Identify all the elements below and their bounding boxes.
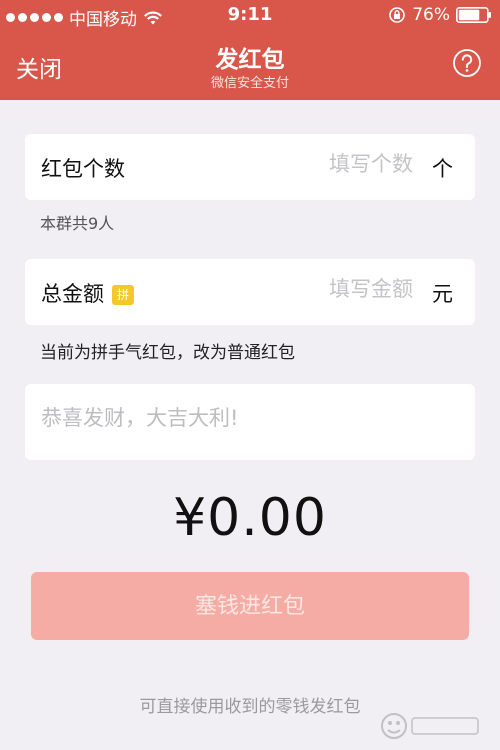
page-title: 发红包	[215, 47, 285, 73]
battery-level-fill	[458, 9, 480, 21]
packet-type-current: 当前为拼手气红包，	[40, 343, 193, 363]
total-amount-label: 总金额	[41, 282, 104, 306]
greeting-card	[25, 384, 475, 460]
packet-type-hint: 当前为拼手气红包，改为普通红包	[40, 338, 295, 363]
total-amount-unit: 元	[432, 282, 453, 306]
rotation-lock-icon	[389, 7, 406, 23]
group-size-hint: 本群共9人	[40, 214, 115, 233]
submit-red-packet-button[interactable]: 塞钱进红包	[31, 572, 469, 640]
total-amount-input[interactable]	[213, 277, 413, 301]
total-amount-label-wrap: 总金额拼	[41, 278, 134, 308]
baidu-watermark-logo	[381, 713, 479, 739]
status-bar: 中国移动 9:11 76%	[0, 0, 500, 32]
packet-count-unit: 个	[432, 157, 453, 181]
question-circle-icon[interactable]	[452, 48, 482, 78]
packet-count-input[interactable]	[213, 152, 413, 176]
packet-count-label: 红包个数	[41, 157, 125, 181]
battery-icon	[456, 7, 491, 23]
lucky-badge: 拼	[112, 285, 134, 305]
status-right: 76%	[388, 5, 492, 25]
total-amount-card: 总金额拼 元	[25, 259, 475, 325]
page-subtitle: 微信安全支付	[210, 76, 289, 91]
battery-percent: 76%	[412, 5, 450, 25]
packet-count-card: 红包个数 个	[25, 134, 475, 200]
header: 中国移动 9:11 76% 关闭 发红包 微信安全支付	[0, 0, 500, 100]
greeting-input[interactable]	[41, 402, 461, 442]
switch-to-normal-link[interactable]: 改为普通红包	[193, 343, 295, 363]
nav-bar: 关闭 发红包 微信安全支付	[0, 32, 500, 100]
total-amount-display: ¥0.00	[173, 488, 327, 548]
